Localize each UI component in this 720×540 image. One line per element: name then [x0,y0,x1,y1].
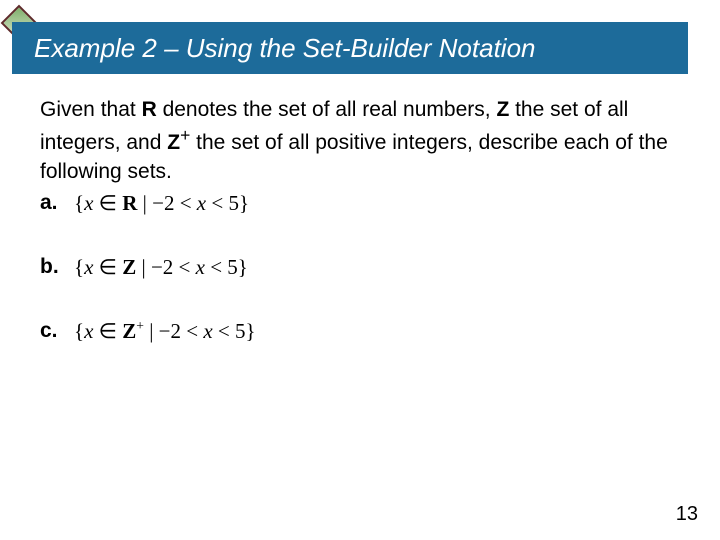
item-b: b. {x ∈ Z | −2 < x < 5} [40,252,680,282]
item-b-label: b. [40,253,66,281]
item-c-label: c. [40,317,66,345]
item-a-set: {x ∈ R | −2 < x < 5} [74,189,249,217]
item-a: a. {x ∈ R | −2 < x < 5} [40,188,680,218]
item-c-set: {x ∈ Z+ | −2 < x < 5} [74,317,256,345]
item-b-set: {x ∈ Z | −2 < x < 5} [74,253,248,281]
page-number: 13 [676,503,698,526]
item-a-label: a. [40,189,66,217]
slide-body: Given that R denotes the set of all real… [40,96,680,346]
title-bar: Example 2 – Using the Set-Builder Notati… [12,22,688,74]
intro-text: Given that R denotes the set of all real… [40,96,680,186]
item-c: c. {x ∈ Z+ | −2 < x < 5} [40,316,680,346]
slide-title: Example 2 – Using the Set-Builder Notati… [34,33,536,64]
